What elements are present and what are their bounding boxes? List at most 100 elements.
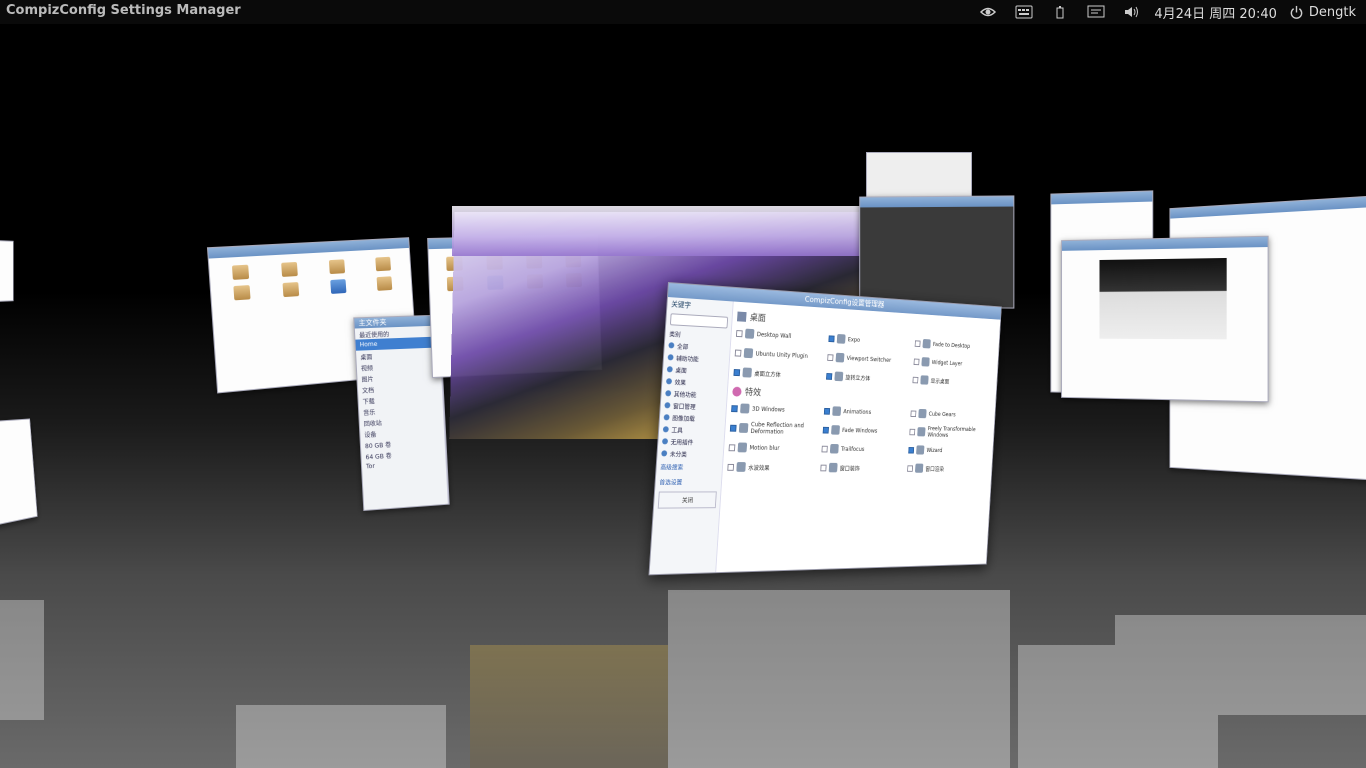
effects-plugin-item[interactable]: Animations (823, 404, 908, 419)
plugin-label: 水波效果 (747, 464, 770, 472)
effects-plugin-item[interactable]: 水波效果 (727, 460, 817, 474)
plugin-checkbox[interactable] (913, 358, 920, 365)
close-button[interactable]: 关闭 (657, 491, 717, 509)
plugin-label: Motion blur (749, 444, 780, 452)
plugin-icon (738, 422, 749, 433)
plugin-checkbox[interactable] (733, 368, 741, 376)
plugin-checkbox[interactable] (907, 464, 914, 472)
effects-plugin-item[interactable]: 窗口装饰 (820, 461, 904, 475)
edge-window-left[interactable] (0, 239, 14, 303)
plugin-checkbox[interactable] (734, 349, 742, 357)
category-unsupported[interactable]: 无用插件 (658, 435, 724, 448)
app-title: CompizConfig Settings Manager (6, 3, 241, 18)
battery-icon[interactable] (1042, 1, 1078, 23)
plugin-checkbox[interactable] (822, 426, 830, 434)
plugin-checkbox[interactable] (826, 372, 833, 380)
plugin-checkbox[interactable] (909, 428, 916, 435)
plugin-checkbox[interactable] (735, 329, 743, 337)
reflection-window (0, 600, 44, 720)
nvidia-icon[interactable] (970, 1, 1006, 23)
plugin-label: Fade to Desktop (932, 340, 971, 350)
desktop-plugin-item[interactable]: Viewport Switcher (827, 350, 911, 367)
category-icon (661, 438, 669, 445)
reflection-window (1115, 615, 1366, 715)
folder-icon[interactable] (280, 261, 298, 277)
folder-icon[interactable] (231, 264, 249, 280)
effects-plugin-item[interactable]: Motion blur (728, 440, 818, 455)
desktop-plugin-item[interactable]: 旋转立方体 (826, 369, 910, 385)
window-titlebar[interactable] (860, 196, 1014, 208)
folder-icon[interactable] (282, 282, 299, 298)
plugin-checkbox[interactable] (914, 339, 921, 347)
plugin-checkbox[interactable] (728, 443, 736, 451)
window-titlebar[interactable] (1062, 236, 1268, 251)
display-icon[interactable] (1078, 1, 1114, 23)
effects-plugin-item[interactable]: Cube Gears (910, 407, 989, 422)
effects-plugin-item[interactable]: 3D Windows (731, 401, 821, 417)
plugin-label: Cube Reflection and Deformation (750, 421, 805, 436)
filter-input[interactable] (669, 313, 729, 329)
plugin-checkbox[interactable] (827, 353, 834, 361)
effects-plugin-item[interactable]: Fade Windows (822, 423, 906, 438)
desktop-plugin-item[interactable]: 桌面立方体 (733, 365, 823, 382)
effects-plugin-item[interactable]: Wizard (908, 443, 987, 457)
edge-window-left-lower[interactable] (0, 418, 38, 527)
ccsm-window[interactable]: CompizConfig设置管理器 关键字 类别 全部 辅助功能 桌面 效果 其… (648, 282, 1002, 576)
session-menu[interactable]: Dengtk (1289, 5, 1360, 20)
chat-window-dark[interactable] (859, 195, 1015, 309)
desktop-plugin-item[interactable]: Expo (828, 332, 912, 350)
plugin-label: Fade Windows (841, 426, 878, 435)
effects-plugin-item[interactable]: Trailfocus (821, 442, 905, 456)
plugin-label: Ubuntu Unity Plugin (755, 350, 809, 360)
folder-icon[interactable] (232, 285, 251, 301)
plugin-icon (829, 443, 839, 454)
screenshot-preview (1099, 257, 1227, 340)
desktop-plugin-item[interactable]: Desktop Wall (735, 326, 826, 344)
effects-plugin-item[interactable]: Freely Transformable Windows (909, 425, 988, 439)
screenshot-viewer-window[interactable] (1061, 235, 1269, 403)
plugin-label: Cube Gears (928, 410, 956, 418)
volume-icon[interactable] (1114, 1, 1150, 23)
plugin-label: Desktop Wall (756, 330, 792, 340)
plugin-checkbox[interactable] (912, 376, 919, 383)
effects-plugins-grid: 3D Windows Animations Cube Gears Cube Refle… (723, 401, 992, 475)
plugin-checkbox[interactable] (821, 445, 828, 452)
folder-icon[interactable] (328, 259, 345, 275)
plugin-icon (832, 406, 842, 416)
plugin-checkbox[interactable] (908, 446, 915, 454)
plugin-label: Widget Layer (931, 358, 963, 367)
plugin-icon (917, 427, 926, 437)
file-grid (209, 248, 412, 310)
plugin-checkbox[interactable] (828, 334, 835, 342)
advanced-search-link[interactable]: 高级搜索 (656, 459, 722, 474)
plugin-checkbox[interactable] (910, 410, 917, 417)
plugin-checkbox[interactable] (823, 407, 831, 415)
window-titlebar[interactable] (1051, 191, 1153, 205)
plugin-label: 桌面立方体 (754, 370, 781, 379)
folder-icon[interactable] (376, 276, 392, 291)
plugin-label: Expo (847, 336, 861, 344)
folder-icon[interactable] (374, 256, 391, 272)
plugin-label: 旋转立方体 (845, 374, 871, 382)
desktop-plugin-item[interactable]: Fade to Desktop (914, 337, 994, 354)
effects-plugin-item[interactable]: 窗口渲染 (907, 462, 986, 475)
category-uncategorized[interactable]: 未分类 (657, 447, 723, 460)
clock[interactable]: 4月24日 周四 20:40 (1150, 3, 1289, 22)
plugin-label: 显示桌面 (930, 377, 950, 386)
keyboard-icon[interactable] (1006, 1, 1042, 23)
desktop-plugin-item[interactable]: Widget Layer (913, 355, 992, 371)
plugin-label: 窗口装饰 (839, 465, 860, 472)
desktop-plugin-item[interactable]: Ubuntu Unity Plugin (734, 346, 825, 364)
file-icon[interactable] (329, 279, 346, 294)
plugin-checkbox[interactable] (820, 464, 827, 471)
power-icon (1290, 5, 1303, 19)
plugin-label: Trailfocus (840, 445, 865, 453)
plugin-checkbox[interactable] (729, 424, 737, 432)
preferences-link[interactable]: 首选设置 (655, 474, 721, 489)
plugin-checkbox[interactable] (727, 463, 735, 471)
plugin-label: Wizard (926, 446, 943, 454)
plugin-checkbox[interactable] (731, 404, 738, 412)
effects-plugin-item[interactable]: Cube Reflection and Deformation (729, 421, 820, 436)
window-titlebar[interactable] (1170, 196, 1366, 219)
desktop-plugin-item[interactable]: 显示桌面 (912, 373, 991, 389)
